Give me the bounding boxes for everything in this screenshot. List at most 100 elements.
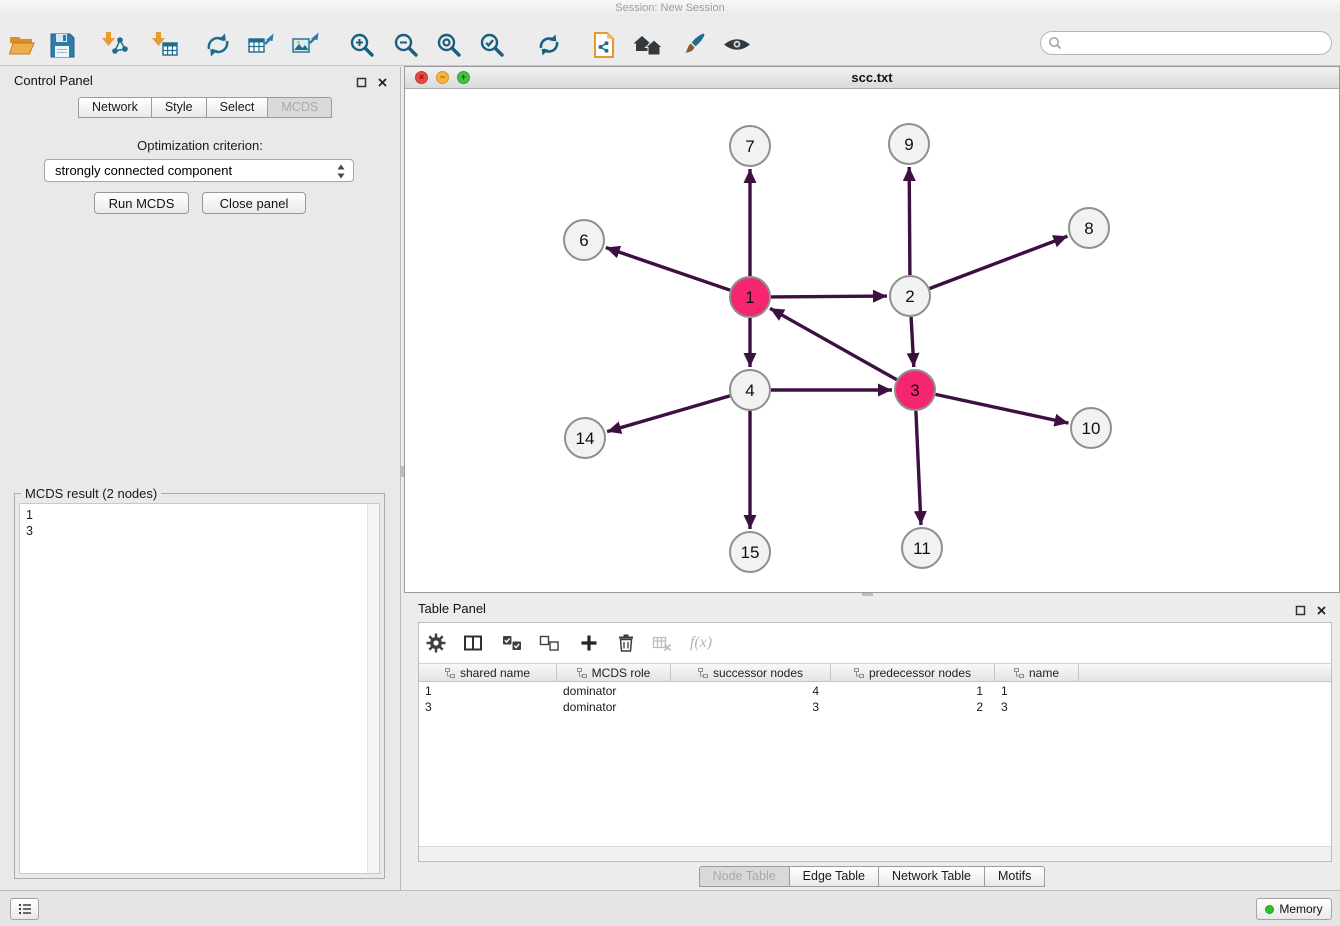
graph-edge-1-2[interactable] [771,296,887,297]
new-network-view-button[interactable] [586,27,622,63]
network-canvas-area: 7 9 6 8 1 2 4 3 14 10 15 11 [405,89,1339,592]
table-cell: dominator [557,683,671,699]
zoom-selected-button[interactable] [474,27,510,63]
graph-edge-1-6[interactable] [606,248,730,291]
visibility-button[interactable] [719,27,755,63]
table-panel-title: Table Panel [418,596,486,622]
graph-node-11[interactable]: 11 [902,528,942,568]
application-window: Session: New Session [0,0,1340,926]
network-window-zoom-button[interactable]: + [457,71,470,84]
home-layout-button[interactable] [630,27,666,63]
table-cell: 2 [831,699,995,715]
tab-node-table[interactable]: Node Table [699,866,790,887]
tab-select[interactable]: Select [207,97,269,118]
control-panel-close-button[interactable] [376,76,388,88]
graph-edge-2-9[interactable] [909,167,910,275]
table-cell: dominator [557,699,671,715]
column-header-MCDS-role[interactable]: MCDS role [557,664,671,681]
network-window-minimize-button[interactable]: − [436,71,449,84]
close-panel-button[interactable]: Close panel [202,192,306,214]
table-panel-float-button[interactable] [1294,604,1306,616]
memory-button[interactable]: Memory [1256,898,1332,920]
table-panel-close-button[interactable] [1315,604,1327,616]
graph-node-8[interactable]: 8 [1069,208,1109,248]
graph-edge-2-8[interactable] [930,236,1068,288]
table-body: 1dominator4113dominator323 [419,683,1331,715]
tab-style[interactable]: Style [152,97,207,118]
table-settings-button[interactable] [422,629,450,657]
split-table-button[interactable] [459,629,487,657]
mcds-result-item: 3 [20,523,379,539]
maximize-icon [356,77,367,88]
network-window-close-button[interactable]: × [415,71,428,84]
graph-node-6[interactable]: 6 [564,220,604,260]
apply-function-button[interactable]: f(x) [682,629,720,657]
tab-network[interactable]: Network [78,97,152,118]
run-mcds-button[interactable]: Run MCDS [94,192,189,214]
table-row[interactable]: 3dominator323 [419,699,1331,715]
graph-node-9[interactable]: 9 [889,124,929,164]
export-image-button[interactable] [287,27,323,63]
graph-node-label: 7 [745,137,754,156]
graph-edge-3-11[interactable] [916,411,921,525]
table-row[interactable]: 1dominator411 [419,683,1331,699]
graph-edge-4-14[interactable] [607,396,730,432]
table-horizontal-scrollbar[interactable] [419,846,1331,861]
open-session-button[interactable] [4,27,40,63]
tab-edge-table[interactable]: Edge Table [790,866,879,887]
paintbrush-icon [678,31,706,59]
criterion-dropdown[interactable]: strongly connected component [44,159,354,182]
select-all-button[interactable] [498,629,526,657]
graph-node-4[interactable]: 4 [730,370,770,410]
search-input[interactable] [1040,31,1332,55]
maximize-icon [1295,605,1306,616]
result-scrollbar-track[interactable] [367,504,379,873]
delete-table-button[interactable] [648,629,676,657]
import-table-button[interactable] [147,27,183,63]
criterion-value: strongly connected component [55,163,232,178]
tab-mcds[interactable]: MCDS [268,97,332,118]
graph-edge-2-3[interactable] [911,317,914,367]
zoom-fit-button[interactable] [431,27,467,63]
column-sort-icon [1014,668,1024,678]
network-window-title: scc.txt [405,67,1339,88]
graph-node-2[interactable]: 2 [890,276,930,316]
graph-node-10[interactable]: 10 [1071,408,1111,448]
graph-node-7[interactable]: 7 [730,126,770,166]
delete-column-button[interactable] [612,629,640,657]
import-network-button[interactable] [97,27,133,63]
table-header-row: shared nameMCDS rolesuccessor nodesprede… [419,663,1331,682]
graph-node-15[interactable]: 15 [730,532,770,572]
export-table-button[interactable] [243,27,279,63]
zoom-out-button[interactable] [388,27,424,63]
tab-motifs[interactable]: Motifs [985,866,1045,887]
graph-node-1[interactable]: 1 [730,277,770,317]
refresh-button[interactable] [531,27,567,63]
tab-network-table[interactable]: Network Table [879,866,985,887]
task-history-button[interactable] [10,898,39,920]
control-panel-float-button[interactable] [355,76,367,88]
column-header-predecessor-nodes[interactable]: predecessor nodes [831,664,995,681]
graph-edge-3-10[interactable] [936,394,1069,423]
close-icon [1316,605,1327,616]
export-network-button[interactable] [200,27,236,63]
vertical-splitter-handle[interactable] [401,466,404,477]
network-graph[interactable]: 7 9 6 8 1 2 4 3 14 10 15 11 [405,89,1339,592]
apply-style-button[interactable] [674,27,710,63]
graph-edge-3-1[interactable] [770,308,897,379]
unselect-all-button[interactable] [535,629,563,657]
graph-node-14[interactable]: 14 [565,418,605,458]
network-view-window: × − + scc.txt 7 9 6 8 1 2 4 3 14 10 15 11 [404,66,1340,593]
control-panel-header: Control Panel [0,67,400,95]
save-session-button[interactable] [44,27,80,63]
table-cell: 3 [671,699,831,715]
add-column-button[interactable] [575,629,603,657]
column-header-successor-nodes[interactable]: successor nodes [671,664,831,681]
zoom-in-button[interactable] [344,27,380,63]
mcds-result-list[interactable]: 1 3 [19,503,380,874]
status-bar: Memory [0,890,1340,926]
graph-node-3[interactable]: 3 [895,370,935,410]
column-header-shared-name[interactable]: shared name [419,664,557,681]
control-panel-tabs: Network Style Select MCDS [78,97,332,118]
column-header-name[interactable]: name [995,664,1079,681]
